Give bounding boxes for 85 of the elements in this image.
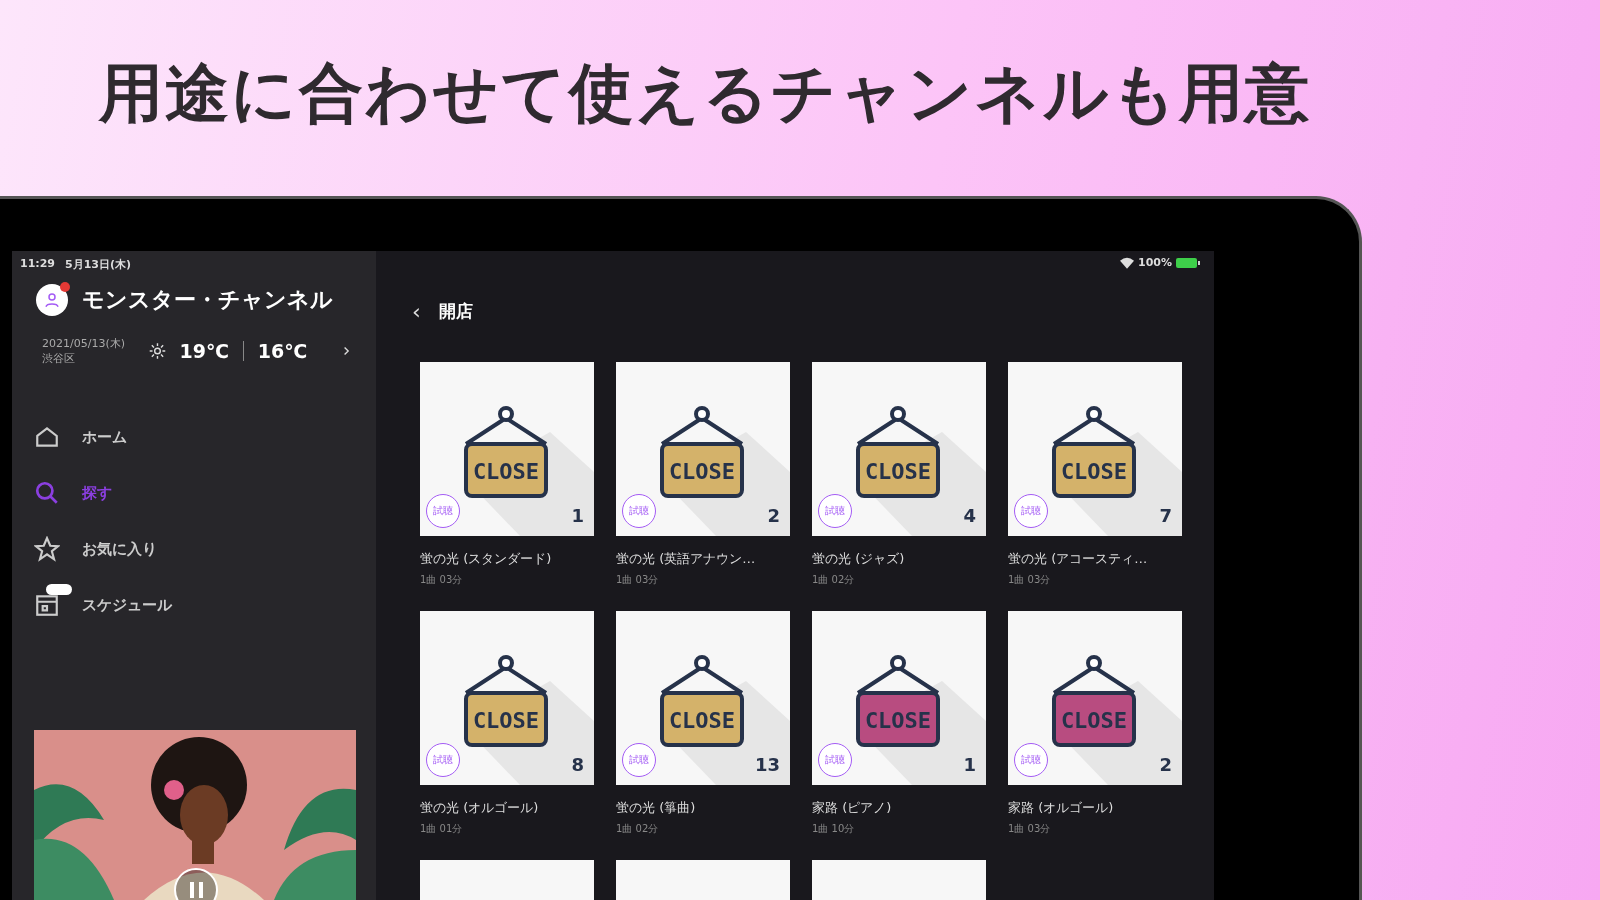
pause-button[interactable] [174,868,218,900]
channel-card[interactable]: CLOSE 試聴 13 蛍の光 (箏曲) 1曲 02分 [616,611,790,836]
channel-card[interactable]: CLOSE 試聴 2 蛍の光 (英語アナウン… 1曲 03分 [616,362,790,587]
trial-badge[interactable]: 試聴 [1014,743,1048,777]
hanger-icon [1052,655,1136,695]
track-count: 1 [571,505,584,526]
channel-card[interactable]: CLOSE 試聴 8 蛍の光 (オルゴール) 1曲 01分 [420,611,594,836]
chevron-right-icon[interactable] [341,344,352,358]
track-count: 2 [767,505,780,526]
hanger-icon [1052,406,1136,446]
card-meta: 1曲 03分 [420,573,464,587]
card-meta: 1曲 03分 [1008,573,1052,587]
sun-icon [148,340,166,362]
wifi-icon [1120,256,1134,269]
channel-card[interactable]: CLOSE 試聴 1 家路 (ピアノ) 1曲 10分 [812,611,986,836]
card-meta: 1曲 02分 [812,573,856,587]
sign-text: CLOSE [472,459,540,484]
trial-badge[interactable]: 試聴 [1014,494,1048,528]
card-meta: 1曲 01分 [420,822,464,836]
sign-text: CLOSE [668,708,736,733]
sign-text: CLOSE [668,459,736,484]
low-temperature: 16℃ [257,340,308,362]
trial-badge[interactable]: 試聴 [426,743,460,777]
track-count: 13 [754,754,780,775]
trial-badge[interactable]: 試聴 [622,494,656,528]
nav-label: ホーム [82,427,127,447]
nav-item[interactable]: お気に入り [34,528,376,570]
trial-badge[interactable]: 試聴 [622,743,656,777]
channel-card[interactable]: CLOSE 試聴 1 蛍の光 (スタンダード) 1曲 03分 [420,362,594,587]
nav-item[interactable]: ホーム [34,416,376,458]
channel-card[interactable]: CLOSE 試聴 2 家路 (オルゴール) 1曲 03分 [1008,611,1182,836]
track-count: 4 [963,505,976,526]
card-title: 蛍の光 (箏曲) [616,799,697,817]
trial-badge[interactable]: 試聴 [818,743,852,777]
card-title: 蛍の光 (スタンダード) [420,550,553,568]
channel-name: モンスター・チャンネル [82,286,333,314]
nav-item[interactable]: スケジュール [34,584,376,626]
location: 渋谷区 [42,351,76,366]
nav-label: スケジュール [82,595,172,615]
home-icon [34,424,60,450]
status-date: 5月13日(木) [65,257,132,272]
headline: 用途に合わせて使えるチャンネルも用意 [99,54,1311,132]
battery-icon [1176,256,1200,269]
sign-text: CLOSE [1060,708,1128,733]
hanger-icon [660,655,744,695]
card-meta: 1曲 02分 [616,822,660,836]
card-title: 蛍の光 (英語アナウン… [616,550,757,568]
hanger-icon [464,406,548,446]
card-title: 家路 (オルゴール) [1008,799,1115,817]
nav-label: お気に入り [82,539,157,559]
card-meta: 1曲 03分 [1008,822,1052,836]
track-count: 2 [1159,754,1172,775]
trial-badge[interactable]: 試聴 [426,494,460,528]
card-title: 蛍の光 (オルゴール) [420,799,540,817]
card-meta: 1曲 10分 [812,822,856,836]
sign-text: CLOSE [864,708,932,733]
hanger-icon [464,655,548,695]
search-icon [34,480,60,506]
high-temperature: 19℃ [179,340,229,362]
calendar-icon [34,592,60,618]
track-count: 7 [1159,505,1172,526]
trial-badge[interactable]: 試聴 [818,494,852,528]
sign-text: CLOSE [1060,459,1128,484]
status-time: 11:29 [20,257,55,272]
avatar[interactable] [36,284,68,316]
channel-card[interactable]: CLOSE 試聴 7 蛍の光 (アコースティ… 1曲 03分 [1008,362,1182,587]
track-count: 1 [963,754,976,775]
card-title: 家路 (ピアノ) [812,799,893,817]
channel-card[interactable]: CLOSE 試聴 4 蛍の光 (ジャズ) 1曲 02分 [812,362,986,587]
hanger-icon [660,406,744,446]
star-icon [34,536,60,562]
card-title: 蛍の光 (アコースティ… [1008,550,1149,568]
card-meta: 1曲 03分 [616,573,660,587]
hanger-icon [856,655,940,695]
person-icon [43,291,61,309]
back-button[interactable]: ‹ [412,299,421,324]
card-title: 蛍の光 (ジャズ) [812,550,906,568]
sign-text: CLOSE [864,459,932,484]
nav-label: 探す [82,483,112,503]
page-title: 開店 [438,300,473,323]
weather-date: 2021/05/13(木) [42,336,126,351]
track-count: 8 [571,754,584,775]
sign-text: CLOSE [472,708,540,733]
battery-percent: 100% [1138,256,1172,269]
hanger-icon [856,406,940,446]
